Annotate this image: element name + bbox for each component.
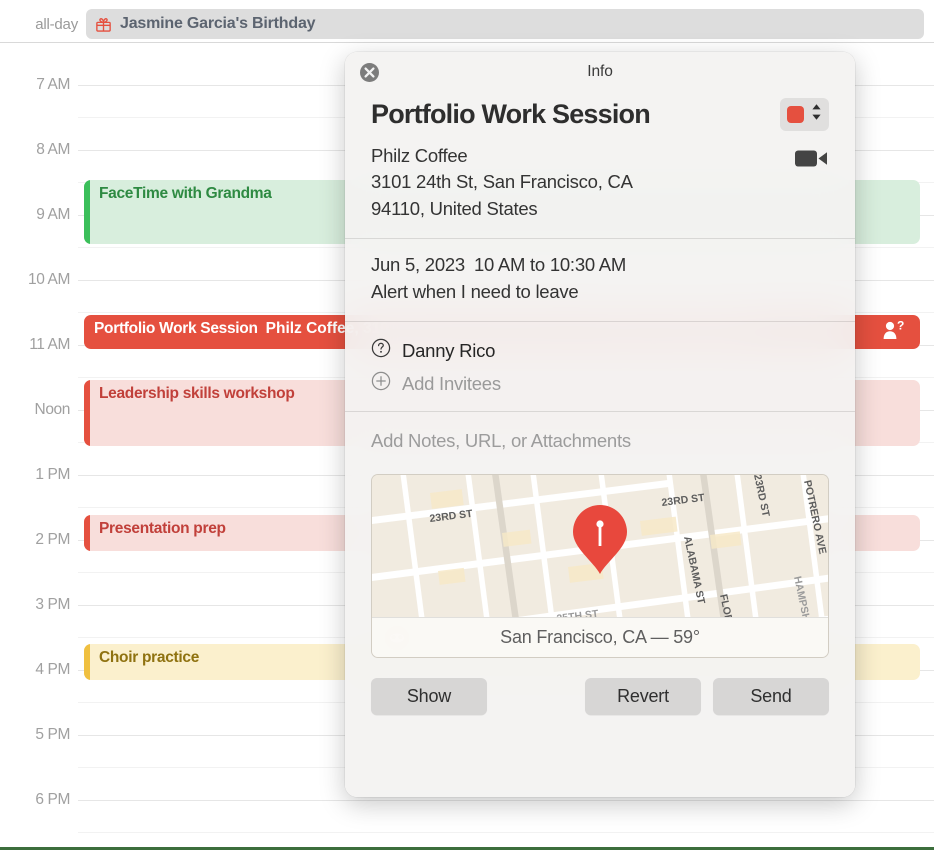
hour-label: 6 PM (35, 791, 70, 808)
event-datetime: Jun 5, 2023 10 AM to 10:30 AM (371, 252, 829, 279)
all-day-row: all-day Jasmine Garcia's Birthday (0, 6, 934, 43)
svg-text:?: ? (897, 320, 904, 333)
notes-block[interactable]: Add Notes, URL, or Attachments (345, 412, 855, 462)
location-name: Philz Coffee (371, 145, 468, 166)
event-title-row: Portfolio Work Session (345, 92, 855, 131)
invitee-name: Danny Rico (402, 339, 496, 361)
all-day-event-birthday[interactable]: Jasmine Garcia's Birthday (86, 9, 924, 39)
send-button[interactable]: Send (713, 678, 829, 716)
all-day-event-title: Jasmine Garcia's Birthday (120, 15, 316, 32)
color-swatch (787, 106, 804, 123)
map-caption-text: San Francisco, CA — 59° (500, 627, 700, 648)
event-title: Presentation prep (99, 520, 226, 537)
hour-label: 4 PM (35, 661, 70, 678)
popover-title: Info (587, 63, 613, 80)
map-graphic: 23RD ST 23RD ST 25TH ST ALABAMA ST FLORI… (372, 475, 828, 618)
add-invitees-row[interactable]: Add Invitees (371, 367, 829, 400)
hour-label: 11 AM (29, 336, 70, 353)
location-line-3: 94110, United States (371, 197, 538, 219)
event-title: Leadership skills workshop (99, 385, 295, 402)
half-hour-gridline (78, 832, 934, 833)
plus-circle-icon (371, 371, 391, 396)
hour-label: 9 AM (36, 206, 70, 223)
invitee-status-icon: ? (882, 319, 906, 340)
hour-label: 7 AM (36, 76, 70, 93)
hour-label: Noon (34, 401, 71, 418)
hour-label: 1 PM (35, 466, 70, 483)
event-date: Jun 5, 2023 (371, 253, 465, 275)
notes-placeholder: Add Notes, URL, or Attachments (371, 430, 631, 452)
show-button[interactable]: Show (371, 678, 487, 716)
event-title: Choir practice (99, 649, 200, 666)
question-mark-circle-icon (371, 338, 391, 363)
calendar-day-view: all-day Jasmine Garcia's Birthday 7 AM 8 … (0, 0, 934, 850)
hour-label: 10 AM (28, 271, 70, 288)
add-invitees-label: Add Invitees (402, 372, 501, 394)
hour-label: 2 PM (35, 531, 70, 548)
location-text: Philz Coffee 3101 24th St, San Francisco… (371, 143, 633, 222)
revert-button[interactable]: Revert (585, 678, 701, 716)
location-row[interactable]: Philz Coffee 3101 24th St, San Francisco… (345, 131, 855, 238)
calendar-color-picker[interactable] (780, 98, 829, 131)
invitee-row[interactable]: Danny Rico (371, 334, 829, 367)
event-info-popover: Info Portfolio Work Session Philz Coffee… (345, 52, 855, 797)
video-camera-icon[interactable] (795, 147, 829, 175)
location-line-2: 3101 24th St, San Francisco, CA (371, 171, 633, 193)
chevron-up-down-icon (811, 103, 822, 126)
hour-label: 3 PM (35, 596, 70, 613)
popover-button-row: Show Revert Send (345, 658, 855, 716)
when-block[interactable]: Jun 5, 2023 10 AM to 10:30 AM Alert when … (345, 239, 855, 322)
location-map[interactable]: 23RD ST 23RD ST 25TH ST ALABAMA ST FLORI… (371, 474, 829, 659)
hour-row: 6 PM (0, 791, 934, 850)
event-title: FaceTime with Grandma (99, 185, 272, 202)
invitees-block: Danny Rico Add Invitees (345, 322, 855, 411)
event-title: Portfolio Work Session (371, 99, 651, 129)
hour-gridline (78, 800, 934, 801)
map-caption: San Francisco, CA — 59° (372, 617, 828, 658)
all-day-label: all-day (35, 15, 78, 33)
event-time-range: 10 AM to 10:30 AM (473, 253, 627, 275)
hour-label: 8 AM (36, 141, 70, 158)
event-alert: Alert when I need to leave (371, 280, 579, 302)
hour-label: 5 PM (35, 726, 70, 743)
event-title: Portfolio Work Session (94, 320, 258, 337)
close-icon[interactable] (359, 62, 380, 83)
gift-icon (95, 16, 112, 33)
popover-titlebar: Info (345, 52, 855, 92)
